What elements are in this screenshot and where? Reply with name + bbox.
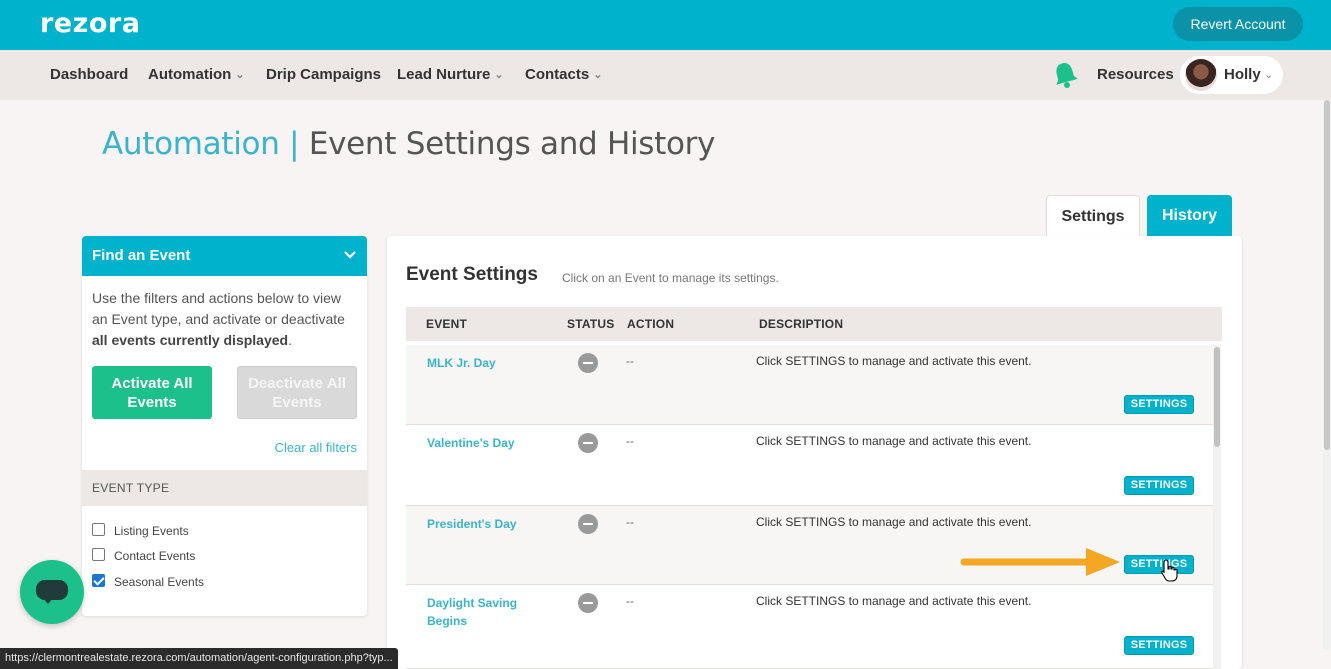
event-name-link[interactable]: MLK Jr. Day xyxy=(427,354,537,372)
chevron-down-icon xyxy=(344,251,356,259)
event-type-heading: EVENT TYPE xyxy=(82,470,367,506)
nav-drip-campaigns[interactable]: Drip Campaigns xyxy=(266,50,381,100)
settings-button[interactable]: SETTINGS xyxy=(1124,395,1194,414)
top-bar: rezora Revert Account xyxy=(0,0,1331,50)
nav-automation[interactable]: Automation ⌄ xyxy=(148,50,245,100)
breadcrumb-automation[interactable]: Automation xyxy=(102,126,280,162)
section-title: Event Settings xyxy=(406,264,538,285)
column-action: ACTION xyxy=(627,317,675,331)
event-description: Click SETTINGS to manage and activate th… xyxy=(756,434,1032,448)
bell-icon[interactable] xyxy=(1052,60,1078,88)
chevron-down-icon: ⌄ xyxy=(494,69,504,81)
settings-button[interactable]: SETTINGS xyxy=(1124,476,1194,495)
find-event-header[interactable]: Find an Event xyxy=(82,236,367,276)
clear-all-filters-link[interactable]: Clear all filters xyxy=(275,440,357,455)
event-action: -- xyxy=(626,434,634,448)
column-event: EVENT xyxy=(426,317,468,331)
find-event-panel: Find an Event Use the filters and action… xyxy=(82,236,367,616)
nav-lead-nurture[interactable]: Lead Nurture ⌄ xyxy=(397,50,504,100)
status-inactive-icon xyxy=(578,353,598,373)
table-row[interactable]: Valentine's Day -- Click SETTINGS to man… xyxy=(406,425,1214,506)
column-description: DESCRIPTION xyxy=(759,317,844,331)
checkbox-checked[interactable] xyxy=(92,574,105,587)
event-action: -- xyxy=(626,594,634,608)
user-menu[interactable]: Holly ⌄ xyxy=(1180,56,1283,94)
event-description: Click SETTINGS to manage and activate th… xyxy=(756,594,1032,608)
chevron-down-icon: ⌄ xyxy=(235,69,245,81)
revert-account-button[interactable]: Revert Account xyxy=(1173,7,1303,41)
event-action: -- xyxy=(626,515,634,529)
section-subtitle: Click on an Event to manage its settings… xyxy=(562,271,779,285)
event-settings-panel: Event Settings Click on an Event to mana… xyxy=(387,236,1242,669)
tab-history[interactable]: History xyxy=(1147,195,1232,237)
settings-button[interactable]: SETTINGS xyxy=(1124,636,1194,655)
rezora-logo[interactable]: rezora xyxy=(40,8,140,39)
page-scrollbar-thumb[interactable] xyxy=(1324,100,1330,450)
resources-link[interactable]: Resources xyxy=(1097,50,1174,100)
annotation-arrow-icon xyxy=(960,548,1120,576)
event-description: Click SETTINGS to manage and activate th… xyxy=(756,354,1032,368)
table-header: EVENT STATUS ACTION DESCRIPTION xyxy=(406,307,1222,341)
page-title: Automation | Event Settings and History xyxy=(102,126,716,162)
settings-button[interactable]: SETTINGS xyxy=(1124,555,1194,574)
chevron-down-icon: ⌄ xyxy=(1264,69,1274,81)
browser-status-url: https://clermontrealestate.rezora.com/au… xyxy=(0,648,398,669)
checkbox[interactable] xyxy=(92,523,105,536)
event-list: MLK Jr. Day -- Click SETTINGS to manage … xyxy=(406,345,1214,669)
chevron-down-icon: ⌄ xyxy=(593,69,603,81)
event-name-link[interactable]: Daylight Saving Begins xyxy=(427,594,537,630)
status-inactive-icon xyxy=(578,593,598,613)
deactivate-all-events-button[interactable]: Deactivate All Events xyxy=(237,366,357,419)
page-scrollbar[interactable] xyxy=(1323,100,1331,649)
scrollbar-thumb[interactable] xyxy=(1214,347,1220,447)
hand-cursor-icon xyxy=(1161,559,1178,582)
table-row[interactable]: MLK Jr. Day -- Click SETTINGS to manage … xyxy=(406,345,1214,425)
chat-widget-button[interactable] xyxy=(20,560,84,624)
event-name-link[interactable]: Valentine's Day xyxy=(427,434,537,452)
nav-contacts[interactable]: Contacts ⌄ xyxy=(525,50,602,100)
user-name: Holly xyxy=(1224,66,1261,83)
table-scrollbar[interactable] xyxy=(1213,345,1221,669)
event-description: Click SETTINGS to manage and activate th… xyxy=(756,515,1032,529)
activate-all-events-button[interactable]: Activate All Events xyxy=(92,366,212,419)
event-name-link[interactable]: President's Day xyxy=(427,515,537,533)
checkbox[interactable] xyxy=(92,548,105,561)
column-status: STATUS xyxy=(567,317,615,331)
find-event-description: Use the filters and actions below to vie… xyxy=(92,290,345,348)
avatar xyxy=(1185,59,1217,91)
status-inactive-icon xyxy=(578,514,598,534)
nav-dashboard[interactable]: Dashboard xyxy=(50,50,128,100)
table-row[interactable]: Daylight Saving Begins -- Click SETTINGS… xyxy=(406,585,1214,669)
status-inactive-icon xyxy=(578,433,598,453)
event-action: -- xyxy=(626,354,634,368)
tab-settings[interactable]: Settings xyxy=(1046,195,1140,237)
